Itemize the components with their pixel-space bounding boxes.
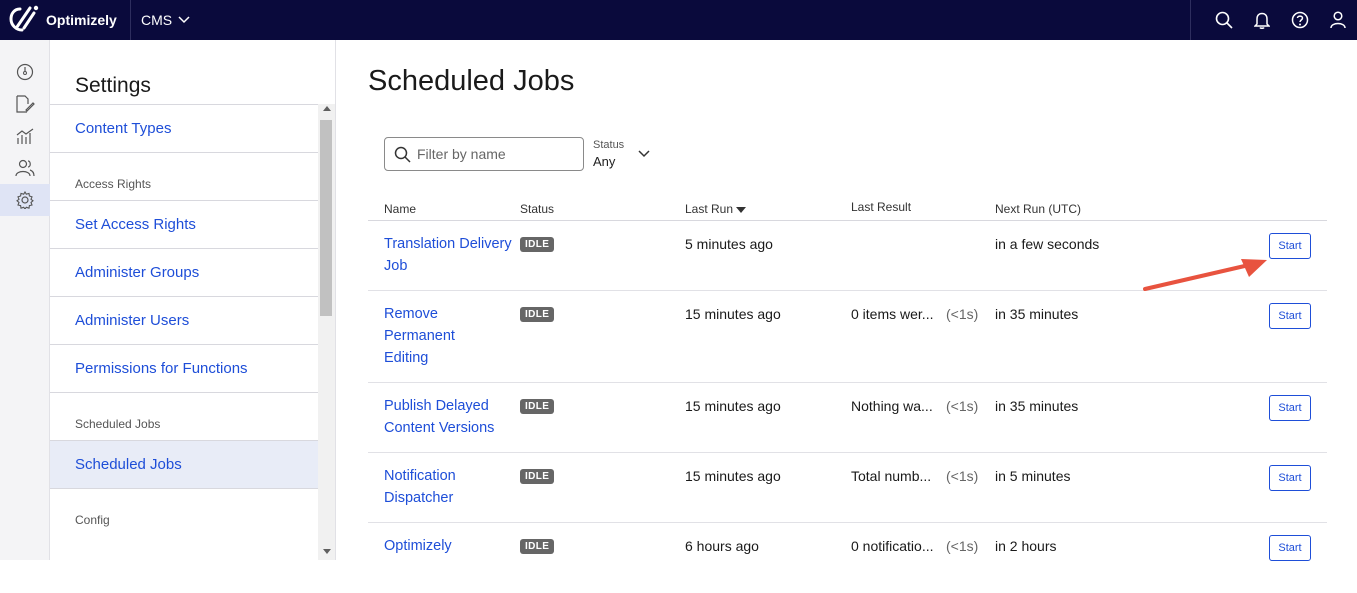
job-name-link[interactable]: Remove Permanent Editing bbox=[384, 303, 474, 369]
settings-group-config: Config bbox=[50, 488, 318, 536]
dashboard-icon[interactable] bbox=[0, 56, 50, 88]
filter-input[interactable] bbox=[417, 146, 577, 162]
status-filter[interactable]: Status Any bbox=[593, 139, 657, 171]
scroll-up-icon[interactable] bbox=[323, 106, 331, 111]
last-result-cell[interactable]: Total numb... bbox=[851, 468, 931, 484]
start-button[interactable]: Start bbox=[1269, 535, 1311, 561]
job-name-cell: Translation Delivery Job bbox=[384, 233, 514, 277]
duration-cell: (<1s) bbox=[946, 398, 979, 414]
last-run-label: Last Run bbox=[685, 202, 734, 216]
settings-item-set-access-rights[interactable]: Set Access Rights bbox=[50, 200, 318, 248]
table-row: Optimizely IDLE 6 hours ago 0 notificati… bbox=[368, 523, 1327, 593]
job-name-cell: Publish Delayed Content Versions bbox=[384, 395, 504, 439]
next-run-cell: in 5 minutes bbox=[995, 468, 1071, 484]
annotation-arrow-icon bbox=[1143, 259, 1267, 291]
column-header-next-run[interactable]: Next Run (UTC) bbox=[995, 202, 1081, 216]
status-badge: IDLE bbox=[520, 469, 555, 484]
scroll-down-icon[interactable] bbox=[323, 549, 331, 554]
main-content: Scheduled Jobs Status Any Name Status La… bbox=[336, 40, 1357, 561]
users-icon[interactable] bbox=[0, 152, 50, 184]
column-header-last-result[interactable]: Last Result bbox=[851, 200, 911, 214]
duration-cell: (<1s) bbox=[946, 538, 979, 554]
next-run-cell: in 2 hours bbox=[995, 538, 1057, 554]
table-row: Remove Permanent Editing IDLE 15 minutes… bbox=[368, 291, 1327, 383]
user-icon[interactable] bbox=[1319, 0, 1357, 40]
start-button[interactable]: Start bbox=[1269, 233, 1311, 259]
sort-desc-icon bbox=[736, 207, 747, 213]
status-badge: IDLE bbox=[520, 399, 555, 414]
settings-group-scheduled-jobs: Scheduled Jobs bbox=[50, 392, 318, 440]
search-icon[interactable] bbox=[1205, 0, 1243, 40]
table-header: Name Status Last Run Last Result Next Ru… bbox=[368, 195, 1327, 221]
last-run-cell: 15 minutes ago bbox=[685, 468, 781, 484]
product-label: CMS bbox=[141, 12, 173, 28]
table-row: Notification Dispatcher IDLE 15 minutes … bbox=[368, 453, 1327, 523]
settings-group-access-rights: Access Rights bbox=[50, 152, 318, 200]
start-button[interactable]: Start bbox=[1269, 303, 1311, 329]
left-rail bbox=[0, 40, 50, 560]
settings-item-scheduled-jobs[interactable]: Scheduled Jobs bbox=[50, 440, 318, 488]
duration-cell: (<1s) bbox=[946, 468, 979, 484]
settings-icon[interactable] bbox=[0, 184, 50, 216]
top-bar: Optimizely CMS bbox=[0, 0, 1357, 40]
start-button[interactable]: Start bbox=[1269, 465, 1311, 491]
column-header-last-run[interactable]: Last Run bbox=[685, 202, 747, 216]
settings-item-content-types[interactable]: Content Types bbox=[50, 104, 318, 152]
next-run-cell: in a few seconds bbox=[995, 236, 1100, 252]
optimizely-logo-icon bbox=[9, 5, 39, 32]
last-result-cell[interactable]: 0 notificatio... bbox=[851, 538, 934, 554]
status-badge: IDLE bbox=[520, 237, 555, 252]
settings-panel: Settings Content Types Access Rights Set… bbox=[50, 40, 336, 560]
help-icon[interactable] bbox=[1281, 0, 1319, 40]
last-result-cell[interactable]: Nothing wa... bbox=[851, 398, 933, 414]
job-name-link[interactable]: Translation Delivery Job bbox=[384, 233, 514, 277]
last-run-cell: 5 minutes ago bbox=[685, 236, 773, 252]
chevron-down-icon bbox=[178, 16, 190, 24]
reports-icon[interactable] bbox=[0, 120, 50, 152]
product-switcher[interactable]: CMS bbox=[131, 0, 190, 40]
page-title: Scheduled Jobs bbox=[368, 65, 575, 97]
job-name-cell: Notification Dispatcher bbox=[384, 465, 474, 509]
next-run-cell: in 35 minutes bbox=[995, 398, 1079, 414]
last-result-cell[interactable]: 0 items wer... bbox=[851, 306, 933, 322]
scrollbar-thumb[interactable] bbox=[320, 120, 332, 316]
search-icon bbox=[394, 146, 411, 163]
start-button[interactable]: Start bbox=[1269, 395, 1311, 421]
edit-icon[interactable] bbox=[0, 88, 50, 120]
last-run-cell: 15 minutes ago bbox=[685, 398, 781, 414]
settings-item-administer-groups[interactable]: Administer Groups bbox=[50, 248, 318, 296]
brand-logo[interactable]: Optimizely bbox=[0, 0, 131, 40]
status-badge: IDLE bbox=[520, 539, 555, 554]
duration-cell: (<1s) bbox=[946, 306, 979, 322]
job-name-link[interactable]: Notification Dispatcher bbox=[384, 465, 474, 509]
status-badge: IDLE bbox=[520, 307, 555, 322]
settings-scrollbar[interactable] bbox=[318, 104, 335, 560]
table-row: Publish Delayed Content Versions IDLE 15… bbox=[368, 383, 1327, 453]
job-name-cell: Remove Permanent Editing bbox=[384, 303, 474, 369]
last-run-cell: 15 minutes ago bbox=[685, 306, 781, 322]
filter-field[interactable] bbox=[384, 137, 584, 171]
column-header-status[interactable]: Status bbox=[520, 202, 554, 216]
job-name-link[interactable]: Optimizely bbox=[384, 535, 514, 557]
settings-item-permissions-for-functions[interactable]: Permissions for Functions bbox=[50, 344, 318, 392]
settings-item-administer-users[interactable]: Administer Users bbox=[50, 296, 318, 344]
column-header-name[interactable]: Name bbox=[384, 202, 416, 216]
last-run-cell: 6 hours ago bbox=[685, 538, 759, 554]
chevron-down-icon[interactable] bbox=[638, 150, 650, 158]
job-name-link[interactable]: Publish Delayed Content Versions bbox=[384, 395, 504, 439]
bell-icon[interactable] bbox=[1243, 0, 1281, 40]
next-run-cell: in 35 minutes bbox=[995, 306, 1079, 322]
brand-name: Optimizely bbox=[46, 12, 117, 28]
settings-list: Content Types Access Rights Set Access R… bbox=[50, 104, 318, 536]
settings-title: Settings bbox=[75, 74, 151, 97]
header-actions bbox=[1190, 0, 1357, 40]
job-name-cell: Optimizely bbox=[384, 535, 514, 557]
